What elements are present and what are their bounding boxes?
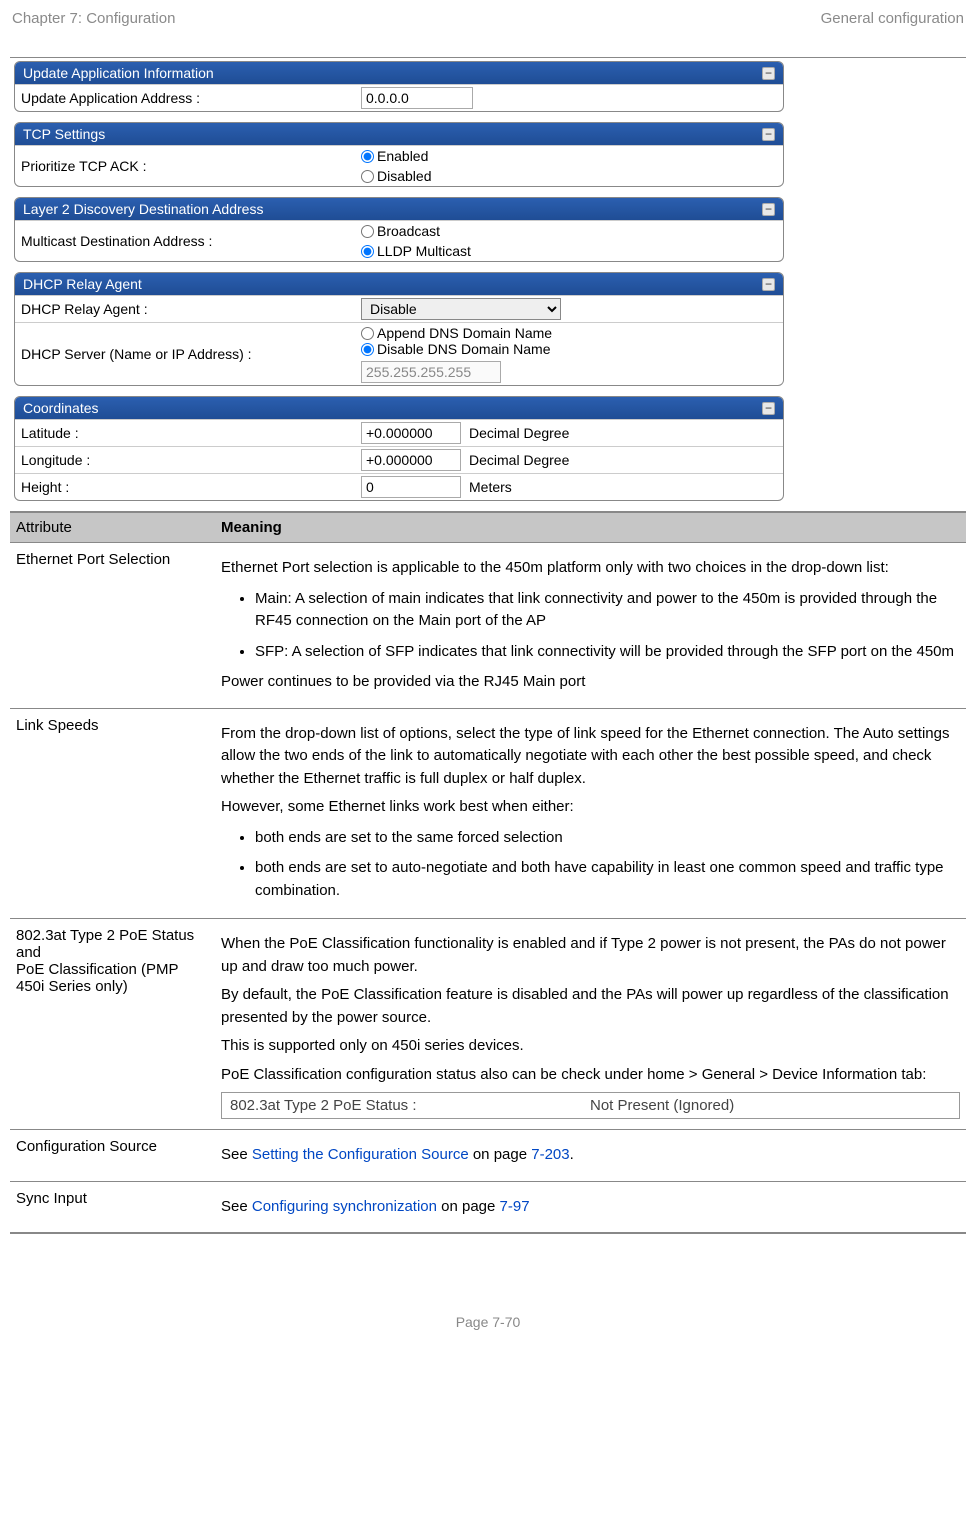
dhcp-append-radio[interactable] xyxy=(361,327,374,340)
lon-input[interactable] xyxy=(361,449,461,471)
mean-poe: When the PoE Classification functionalit… xyxy=(215,925,966,1123)
attr-config-src: Configuration Source xyxy=(10,1136,215,1175)
layer2-broadcast-option[interactable]: Broadcast xyxy=(361,223,440,239)
tcp-disabled-option[interactable]: Disabled xyxy=(361,168,431,184)
panel-head-update-app: Update Application Information − xyxy=(15,62,783,84)
dhcp-server-label: DHCP Server (Name or IP Address) : xyxy=(21,346,361,362)
panel-title: Coordinates xyxy=(23,400,99,416)
poe-status-label: 802.3at Type 2 PoE Status : xyxy=(230,1097,590,1114)
link-config-source[interactable]: Setting the Configuration Source xyxy=(252,1146,469,1163)
header-left: Chapter 7: Configuration xyxy=(12,10,175,27)
attribute-table: Attribute Meaning Ethernet Port Selectio… xyxy=(10,511,966,1234)
panel-title: DHCP Relay Agent xyxy=(23,276,142,292)
collapse-icon[interactable]: − xyxy=(762,278,775,291)
lon-label: Longitude : xyxy=(21,452,361,468)
collapse-icon[interactable]: − xyxy=(762,402,775,415)
attr-eth: Ethernet Port Selection xyxy=(10,549,215,702)
collapse-icon[interactable]: − xyxy=(762,203,775,216)
tcp-label: Prioritize TCP ACK : xyxy=(21,158,361,174)
attr-sync: Sync Input xyxy=(10,1188,215,1227)
attr-link: Link Speeds xyxy=(10,715,215,913)
tcp-disabled-radio[interactable] xyxy=(361,170,374,183)
tcp-enabled-radio[interactable] xyxy=(361,150,374,163)
dhcp-server-input xyxy=(361,361,501,383)
link-page-7-203[interactable]: 7-203 xyxy=(531,1146,569,1163)
panel-head-coords: Coordinates − xyxy=(15,397,783,419)
lat-label: Latitude : xyxy=(21,425,361,441)
page-header: Chapter 7: Configuration General configu… xyxy=(10,10,966,57)
panel-tcp: TCP Settings − Prioritize TCP ACK : Enab… xyxy=(14,122,784,187)
link-page-7-97[interactable]: 7-97 xyxy=(500,1198,530,1215)
update-app-input[interactable] xyxy=(361,87,473,109)
header-meaning: Meaning xyxy=(215,513,966,542)
table-row: Ethernet Port Selection Ethernet Port se… xyxy=(10,543,966,709)
table-row: Link Speeds From the drop-down list of o… xyxy=(10,709,966,920)
dhcp-agent-label: DHCP Relay Agent : xyxy=(21,301,361,317)
panel-head-dhcp: DHCP Relay Agent − xyxy=(15,273,783,295)
lat-unit: Decimal Degree xyxy=(469,425,569,441)
update-app-label: Update Application Address : xyxy=(21,90,361,106)
panel-title: Update Application Information xyxy=(23,65,214,81)
dhcp-disable-radio[interactable] xyxy=(361,343,374,356)
panel-coords: Coordinates − Latitude : Decimal Degree … xyxy=(14,396,784,501)
panel-head-layer2: Layer 2 Discovery Destination Address − xyxy=(15,198,783,220)
height-unit: Meters xyxy=(469,479,512,495)
dhcp-agent-select[interactable]: Disable xyxy=(361,298,561,320)
mean-eth: Ethernet Port selection is applicable to… xyxy=(215,549,966,702)
mean-config-src: See Setting the Configuration Source on … xyxy=(215,1136,966,1175)
panel-update-app: Update Application Information − Update … xyxy=(14,61,784,112)
layer2-lldp-option[interactable]: LLDP Multicast xyxy=(361,243,471,259)
attr-poe: 802.3at Type 2 PoE Status and PoE Classi… xyxy=(10,925,215,1123)
table-row: Sync Input See Configuring synchronizati… xyxy=(10,1182,966,1234)
table-row: Configuration Source See Setting the Con… xyxy=(10,1130,966,1182)
mean-link: From the drop-down list of options, sele… xyxy=(215,715,966,913)
collapse-icon[interactable]: − xyxy=(762,67,775,80)
table-row: 802.3at Type 2 PoE Status and PoE Classi… xyxy=(10,919,966,1130)
height-input[interactable] xyxy=(361,476,461,498)
panel-title: Layer 2 Discovery Destination Address xyxy=(23,201,263,217)
panel-title: TCP Settings xyxy=(23,126,105,142)
lon-unit: Decimal Degree xyxy=(469,452,569,468)
tcp-enabled-option[interactable]: Enabled xyxy=(361,148,428,164)
link-configuring-sync[interactable]: Configuring synchronization xyxy=(252,1198,437,1215)
page-footer: Page 7-70 xyxy=(10,1314,966,1350)
layer2-lldp-radio[interactable] xyxy=(361,245,374,258)
poe-status-value: Not Present (Ignored) xyxy=(590,1097,734,1114)
dhcp-append-option[interactable]: Append DNS Domain Name xyxy=(361,325,552,341)
layer2-broadcast-radio[interactable] xyxy=(361,225,374,238)
height-label: Height : xyxy=(21,479,361,495)
dhcp-disable-option[interactable]: Disable DNS Domain Name xyxy=(361,341,552,357)
mean-sync: See Configuring synchronization on page … xyxy=(215,1188,966,1227)
lat-input[interactable] xyxy=(361,422,461,444)
table-header: Attribute Meaning xyxy=(10,513,966,543)
panel-layer2: Layer 2 Discovery Destination Address − … xyxy=(14,197,784,262)
layer2-label: Multicast Destination Address : xyxy=(21,233,361,249)
header-attribute: Attribute xyxy=(10,513,215,542)
panel-head-tcp: TCP Settings − xyxy=(15,123,783,145)
collapse-icon[interactable]: − xyxy=(762,128,775,141)
panel-dhcp: DHCP Relay Agent − DHCP Relay Agent : Di… xyxy=(14,272,784,386)
poe-status-box: 802.3at Type 2 PoE Status : Not Present … xyxy=(221,1092,960,1119)
header-right: General configuration xyxy=(821,10,964,27)
divider xyxy=(10,57,966,58)
